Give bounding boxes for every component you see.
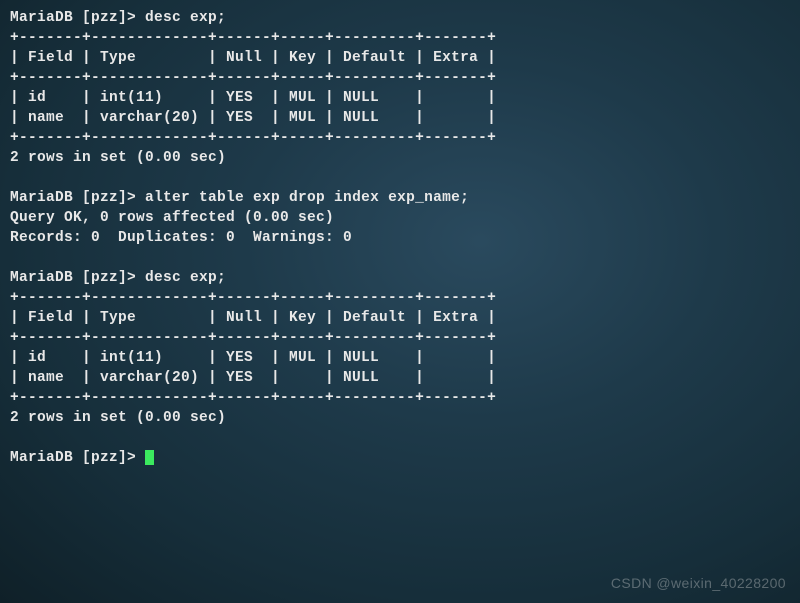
prompt: MariaDB [pzz]> [10, 450, 145, 466]
table-border: +-------+-------------+------+-----+----… [10, 68, 790, 88]
blank-line [10, 428, 790, 448]
table-row: | name | varchar(20) | YES | MUL | NULL … [10, 108, 790, 128]
blank-line [10, 168, 790, 188]
prompt: MariaDB [pzz]> [10, 190, 145, 206]
command-text: desc exp; [145, 270, 226, 286]
table-border: +-------+-------------+------+-----+----… [10, 388, 790, 408]
rows-in-set: 2 rows in set (0.00 sec) [10, 408, 790, 428]
table-row: | id | int(11) | YES | MUL | NULL | | [10, 88, 790, 108]
rows-in-set: 2 rows in set (0.00 sec) [10, 148, 790, 168]
table-header: | Field | Type | Null | Key | Default | … [10, 48, 790, 68]
table-row: | name | varchar(20) | YES | | NULL | | [10, 368, 790, 388]
records-summary: Records: 0 Duplicates: 0 Warnings: 0 [10, 228, 790, 248]
prompt: MariaDB [pzz]> [10, 270, 145, 286]
prompt-line-1: MariaDB [pzz]> desc exp; [10, 8, 790, 28]
watermark-text: CSDN @weixin_40228200 [611, 574, 786, 593]
command-text: alter table exp drop index exp_name; [145, 190, 469, 206]
table-header: | Field | Type | Null | Key | Default | … [10, 308, 790, 328]
table-border: +-------+-------------+------+-----+----… [10, 28, 790, 48]
prompt-line-2: MariaDB [pzz]> alter table exp drop inde… [10, 188, 790, 208]
prompt: MariaDB [pzz]> [10, 10, 145, 26]
blank-line [10, 248, 790, 268]
prompt-line-3: MariaDB [pzz]> desc exp; [10, 268, 790, 288]
table-border: +-------+-------------+------+-----+----… [10, 288, 790, 308]
query-ok: Query OK, 0 rows affected (0.00 sec) [10, 208, 790, 228]
table-row: | id | int(11) | YES | MUL | NULL | | [10, 348, 790, 368]
table-border: +-------+-------------+------+-----+----… [10, 328, 790, 348]
table-border: +-------+-------------+------+-----+----… [10, 128, 790, 148]
terminal-output[interactable]: MariaDB [pzz]> desc exp; +-------+------… [10, 8, 790, 468]
command-text: desc exp; [145, 10, 226, 26]
cursor-icon [145, 450, 154, 465]
prompt-line-4[interactable]: MariaDB [pzz]> [10, 448, 790, 468]
